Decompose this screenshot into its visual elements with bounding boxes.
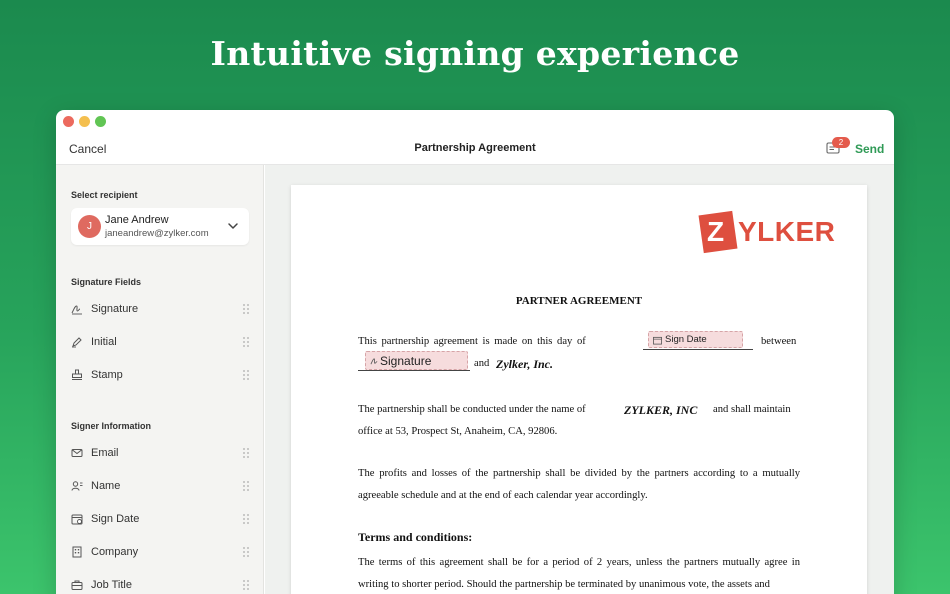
terms-heading: Terms and conditions: <box>358 530 473 544</box>
document-page: Z YLKER PARTNER AGREEMENT This partnersh… <box>291 185 867 594</box>
logo-letter: Z <box>707 216 725 247</box>
p2-text: The partnership shall be conducted under… <box>358 404 586 415</box>
field-label: Email <box>91 447 119 459</box>
signature-icon <box>370 358 378 365</box>
building-icon <box>72 546 82 558</box>
signature-placeholder[interactable]: Signature <box>365 351 468 370</box>
field-label: Job Title <box>91 579 132 591</box>
person-icon <box>71 481 83 491</box>
field-name[interactable]: Name <box>56 471 263 501</box>
field-signature[interactable]: Signature <box>56 294 263 324</box>
p2-text-end: and shall maintain <box>713 404 791 415</box>
pen-icon <box>72 337 82 348</box>
drag-handle-icon[interactable] <box>242 303 250 315</box>
calendar-icon <box>653 336 662 345</box>
field-sign-date[interactable]: Sign Date <box>56 504 263 534</box>
field-company[interactable]: Company <box>56 537 263 567</box>
notification-badge: 2 <box>832 137 850 148</box>
calendar-icon <box>71 514 83 525</box>
sidebar: Select recipient J Jane Andrew janeandre… <box>56 165 264 594</box>
sign-date-placeholder[interactable]: Sign Date <box>648 331 743 348</box>
recipient-email: janeandrew@zylker.com <box>105 228 209 239</box>
field-label: Initial <box>91 336 117 348</box>
placeholder-label: Sign Date <box>665 334 707 345</box>
briefcase-icon <box>71 580 83 590</box>
field-label: Stamp <box>91 369 123 381</box>
select-recipient-heading: Select recipient <box>71 190 138 200</box>
company-name: Zylker, Inc. <box>496 357 553 371</box>
field-stamp[interactable]: Stamp <box>56 360 263 390</box>
logo-wordmark: YLKER <box>738 216 836 247</box>
drag-handle-icon[interactable] <box>242 336 250 348</box>
drag-handle-icon[interactable] <box>242 546 250 558</box>
p2-company: ZYLKER, INC <box>624 403 697 418</box>
app-window: Cancel Partnership Agreement 2 Send Sele… <box>56 110 894 594</box>
send-button[interactable]: Send <box>855 142 884 156</box>
field-email[interactable]: Email <box>56 438 263 468</box>
chevron-down-icon <box>228 223 238 229</box>
field-job-title[interactable]: Job Title <box>56 570 263 594</box>
p1-text: This partnership agreement is made on th… <box>358 336 586 347</box>
field-label: Signature <box>91 303 139 315</box>
company-logo: Z YLKER <box>698 210 838 260</box>
title-bar <box>56 110 894 134</box>
drag-handle-icon[interactable] <box>242 480 250 492</box>
company-name-caps: ZYLKER, INC <box>624 403 698 417</box>
drag-handle-icon[interactable] <box>242 513 250 525</box>
field-label: Name <box>91 480 121 492</box>
signature-fields-heading: Signature Fields <box>71 277 142 287</box>
drag-handle-icon[interactable] <box>242 447 250 459</box>
minimize-window-button[interactable] <box>79 116 90 127</box>
p1-and: and <box>474 358 490 369</box>
field-label: Sign Date <box>91 513 140 525</box>
close-window-button[interactable] <box>63 116 74 127</box>
headline: Intuitive signing experience <box>210 34 740 73</box>
document-canvas[interactable]: Z YLKER PARTNER AGREEMENT This partnersh… <box>265 165 894 594</box>
p2-line2: office at 53, Prospect St, Anaheim, CA, … <box>358 426 558 437</box>
document-title: Partnership Agreement <box>414 142 536 154</box>
p4-text: The terms of this agreement shall be for… <box>358 557 800 590</box>
drag-handle-icon[interactable] <box>242 369 250 381</box>
agreement-title: PARTNER AGREEMENT <box>515 295 643 307</box>
mail-icon <box>71 449 83 457</box>
placeholder-label: Signature <box>380 354 432 368</box>
recipient-name: Jane Andrew <box>105 214 169 226</box>
avatar: J <box>78 215 101 238</box>
zoom-window-button[interactable] <box>95 116 106 127</box>
stamp-icon <box>72 369 82 380</box>
field-label: Company <box>91 546 139 558</box>
drag-handle-icon[interactable] <box>242 579 250 591</box>
p1-between: between <box>761 336 797 347</box>
field-initial[interactable]: Initial <box>56 327 263 357</box>
p3-text: The profits and losses of the partnershi… <box>358 468 800 501</box>
toolbar: Cancel Partnership Agreement 2 Send <box>56 134 894 165</box>
signer-information-heading: Signer Information <box>71 421 152 431</box>
p1-company: Zylker, Inc. <box>496 357 553 372</box>
recipient-selector[interactable]: J Jane Andrew janeandrew@zylker.com <box>71 208 249 245</box>
signature-icon <box>71 305 82 315</box>
